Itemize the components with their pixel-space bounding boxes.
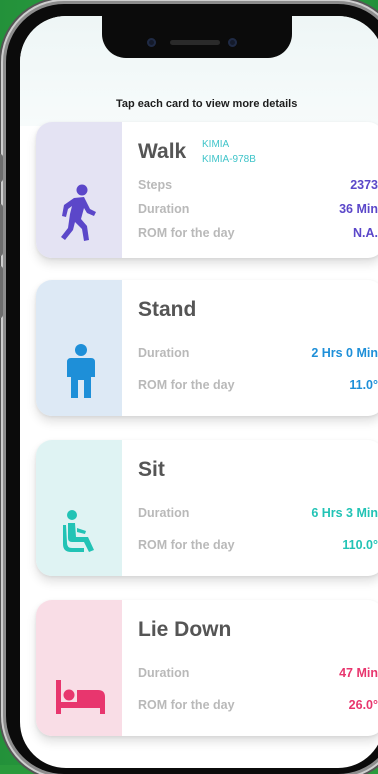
- front-camera: [228, 38, 237, 47]
- rom-value: 11.0°: [349, 378, 378, 392]
- rom-label: ROM for the day: [138, 538, 235, 552]
- stand-card[interactable]: Stand Duration 2 Hrs 0 Min ROM for the d…: [36, 280, 378, 416]
- device-id: KIMIA-978B: [202, 153, 256, 167]
- rom-value: N.A.: [353, 226, 378, 240]
- duration-value: 6 Hrs 3 Min: [311, 506, 378, 520]
- standing-person-icon: [64, 344, 98, 403]
- duration-label: Duration: [138, 202, 189, 216]
- volume-up-button: [0, 204, 3, 256]
- lie-down-card[interactable]: Lie Down Duration 47 Min ROM for the day…: [36, 600, 378, 736]
- app-screen: Tap each card to view more details Walk …: [20, 16, 378, 768]
- rom-value: 110.0°: [342, 538, 378, 552]
- duration-value: 36 Min: [339, 202, 378, 216]
- duration-label: Duration: [138, 506, 189, 520]
- walk-card[interactable]: Walk KIMIA KIMIA-978B Steps 2373 Duratio…: [36, 122, 378, 258]
- duration-value: 2 Hrs 0 Min: [311, 346, 378, 360]
- steps-label: Steps: [138, 178, 172, 192]
- device-name: KIMIA: [202, 138, 229, 152]
- volume-down-button: [0, 266, 3, 318]
- card-title: Stand: [138, 298, 196, 322]
- bed-icon: [56, 680, 106, 721]
- rom-label: ROM for the day: [138, 698, 235, 712]
- sensor-dot: [147, 38, 156, 47]
- sit-card[interactable]: Sit Duration 6 Hrs 3 Min ROM for the day…: [36, 440, 378, 576]
- seated-person-icon: [62, 510, 102, 559]
- duration-label: Duration: [138, 666, 189, 680]
- mute-switch: [0, 154, 3, 182]
- duration-label: Duration: [138, 346, 189, 360]
- rom-label: ROM for the day: [138, 378, 235, 392]
- steps-value: 2373: [350, 178, 378, 192]
- card-title: Walk: [138, 140, 186, 164]
- notch: [102, 16, 292, 58]
- duration-value: 47 Min: [339, 666, 378, 680]
- speaker-grille: [170, 40, 220, 45]
- hint-text: Tap each card to view more details: [116, 98, 297, 110]
- rom-value: 26.0°: [349, 698, 378, 712]
- walking-person-icon: [60, 184, 96, 247]
- phone-frame: Tap each card to view more details Walk …: [6, 4, 378, 774]
- rom-label: ROM for the day: [138, 226, 235, 240]
- card-title: Sit: [138, 458, 165, 482]
- card-title: Lie Down: [138, 618, 231, 642]
